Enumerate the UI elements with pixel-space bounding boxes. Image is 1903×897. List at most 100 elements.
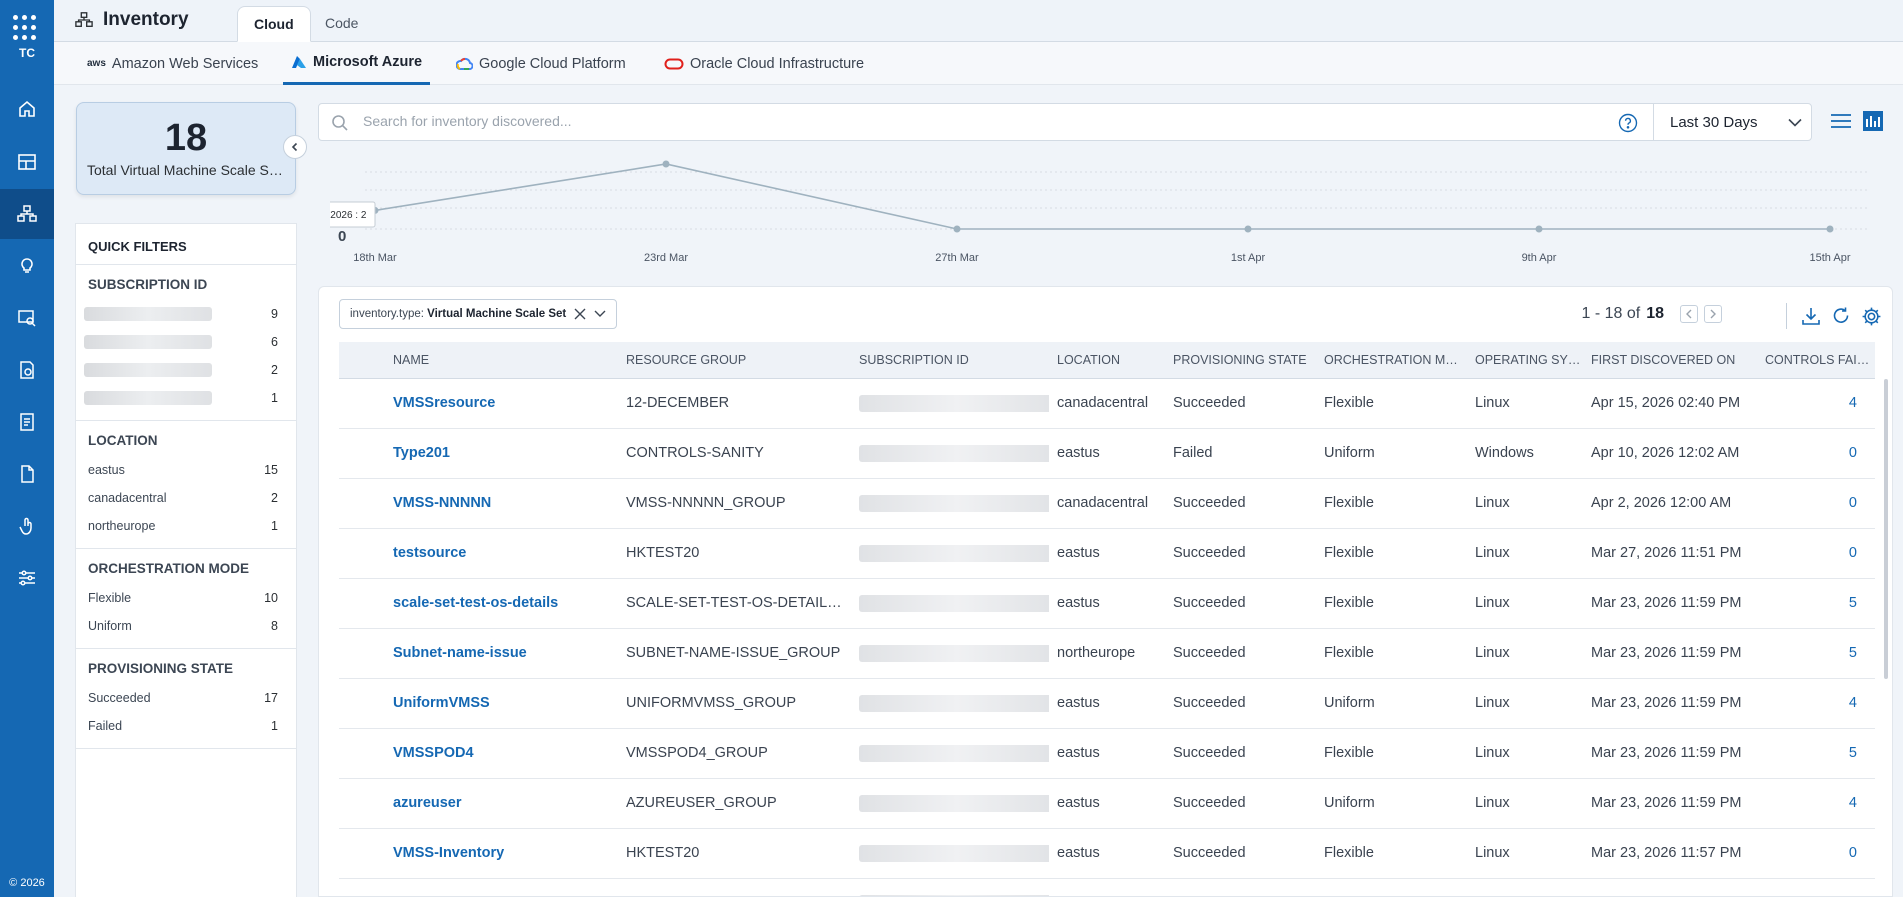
- filter-option[interactable]: canadacentral 2: [76, 484, 296, 512]
- nav-inventory[interactable]: [0, 189, 54, 239]
- column-select: [339, 342, 385, 379]
- prev-page-button[interactable]: [1680, 305, 1698, 323]
- chart-view-icon[interactable]: [1862, 110, 1884, 132]
- filter-option[interactable]: eastus 15: [76, 456, 296, 484]
- row-controls-failed-link[interactable]: 0: [1757, 478, 1875, 529]
- tab-code[interactable]: Code: [309, 6, 374, 42]
- close-icon[interactable]: [574, 308, 586, 320]
- column-header-first-discovered[interactable]: FIRST DISCOVERED ON: [1583, 342, 1757, 379]
- refresh-icon[interactable]: [1831, 306, 1851, 326]
- data-point[interactable]: [1826, 225, 1834, 233]
- row-provisioning-state: Failed: [1165, 428, 1316, 479]
- row-subscription-id: [851, 478, 1049, 529]
- row-name-link[interactable]: Subnet-name-issue: [385, 628, 618, 679]
- column-header-orchestration-mode[interactable]: ORCHESTRATION MODE: [1316, 342, 1467, 379]
- active-filter-chip[interactable]: inventory.type: Virtual Machine Scale Se…: [339, 299, 618, 329]
- filter-option[interactable]: Flexible 10: [76, 584, 296, 612]
- filter-option[interactable]: 2: [76, 356, 296, 384]
- row-name-link[interactable]: sanity: [385, 878, 618, 896]
- row-name-link[interactable]: scale-set-test-os-details: [385, 578, 618, 629]
- help-icon[interactable]: [1618, 113, 1638, 133]
- row-name-link[interactable]: VMSSresource: [385, 378, 618, 429]
- list-view-icon[interactable]: [1830, 112, 1852, 130]
- filter-option[interactable]: 6: [76, 328, 296, 356]
- row-controls-failed-link[interactable]: 4: [1757, 778, 1875, 829]
- data-point[interactable]: [953, 225, 961, 233]
- column-header-controls-failed[interactable]: CONTROLS FAILED: [1757, 342, 1875, 379]
- collapse-filters-button[interactable]: [283, 135, 307, 159]
- nav-insights[interactable]: [0, 241, 54, 291]
- tab-oracle[interactable]: Oracle Cloud Infrastructure: [664, 42, 864, 85]
- row-name-link[interactable]: VMSS-Inventory: [385, 828, 618, 879]
- tenant-initials[interactable]: TC: [0, 46, 54, 60]
- tab-azure[interactable]: Microsoft Azure: [283, 42, 431, 85]
- column-header-operating-system[interactable]: OPERATING SYSTEM: [1467, 342, 1583, 379]
- column-header-location[interactable]: LOCATION: [1049, 342, 1165, 379]
- chevron-left-icon: [291, 142, 298, 152]
- row-controls-failed-link[interactable]: 5: [1757, 628, 1875, 679]
- search-input[interactable]: [363, 113, 1363, 129]
- row-controls-failed-link[interactable]: 5: [1757, 728, 1875, 779]
- tab-cloud[interactable]: Cloud: [237, 6, 311, 42]
- filter-option[interactable]: 1: [76, 384, 296, 412]
- row-name-link[interactable]: azureuser: [385, 778, 618, 829]
- row-controls-failed-link[interactable]: 4: [1757, 678, 1875, 729]
- data-point[interactable]: [662, 160, 670, 168]
- table-row[interactable]: UniformVMSS UNIFORMVMSS_GROUP eastus Succee…: [339, 678, 1875, 729]
- table-row[interactable]: sanityCONTROLS-SANITY eastusSucceededUnif…: [339, 878, 1875, 896]
- filter-option[interactable]: northeurope 1: [76, 512, 296, 540]
- tab-gcp[interactable]: Google Cloud Platform: [456, 42, 626, 85]
- filter-option[interactable]: 9: [76, 300, 296, 328]
- nav-actions[interactable]: [0, 501, 54, 551]
- table-row[interactable]: azureuser AZUREUSER_GROUP eastus Succeeded U…: [339, 778, 1875, 829]
- table-scrollbar[interactable]: [1884, 379, 1888, 679]
- nav-documents[interactable]: [0, 449, 54, 499]
- column-header-subscription-id[interactable]: SUBSCRIPTION ID: [851, 342, 1049, 379]
- data-point[interactable]: [1535, 225, 1543, 233]
- row-controls-failed-link[interactable]: 0: [1757, 878, 1875, 896]
- row-name-link[interactable]: Type201: [385, 428, 618, 479]
- row-resource-group: SCALE-SET-TEST-OS-DETAILS_GROUP: [618, 578, 851, 629]
- table-row[interactable]: scale-set-test-os-details SCALE-SET-TEST-…: [339, 578, 1875, 629]
- total-count-card[interactable]: 18 Total Virtual Machine Scale Sets: [76, 102, 296, 195]
- row-operating-system: Linux: [1467, 478, 1583, 529]
- filter-option[interactable]: Uniform 8: [76, 612, 296, 640]
- nav-dashboard[interactable]: [0, 137, 54, 187]
- gear-icon[interactable]: [1861, 306, 1882, 327]
- table-row[interactable]: testsource HKTEST20 eastus Succeeded Flexibl…: [339, 528, 1875, 579]
- column-header-resource-group[interactable]: RESOURCE GROUP: [618, 342, 851, 379]
- chevron-down-icon[interactable]: [594, 310, 606, 318]
- app-launcher-icon[interactable]: [13, 15, 39, 41]
- row-controls-failed-link[interactable]: 4: [1757, 378, 1875, 429]
- table-row[interactable]: VMSSresource 12-DECEMBER canadacentral Succ…: [339, 378, 1875, 429]
- row-controls-failed-link[interactable]: 0: [1757, 828, 1875, 879]
- filter-option[interactable]: Failed 1: [76, 712, 296, 740]
- filter-count: 9: [271, 307, 278, 321]
- row-controls-failed-link[interactable]: 0: [1757, 528, 1875, 579]
- data-point[interactable]: [1244, 225, 1252, 233]
- table-row[interactable]: Subnet-name-issue SUBNET-NAME-ISSUE_GROUP…: [339, 628, 1875, 679]
- date-range-select[interactable]: Last 30 Days: [1653, 104, 1812, 140]
- tab-aws[interactable]: aws Amazon Web Services: [87, 42, 258, 85]
- row-name-link[interactable]: UniformVMSS: [385, 678, 618, 729]
- table-row[interactable]: VMSS-Inventory HKTEST20 eastus Succeeded Fle…: [339, 828, 1875, 879]
- table-row[interactable]: VMSS-NNNNN VMSS-NNNNN_GROUP canadacentral S…: [339, 478, 1875, 529]
- table-row[interactable]: VMSSPOD4 VMSSPOD4_GROUP eastus Succeeded Fle…: [339, 728, 1875, 779]
- next-page-button[interactable]: [1704, 305, 1722, 323]
- filter-option[interactable]: Succeeded 17: [76, 684, 296, 712]
- nav-reports[interactable]: [0, 397, 54, 447]
- row-name-link[interactable]: VMSSPOD4: [385, 728, 618, 779]
- download-icon[interactable]: [1801, 306, 1821, 326]
- row-controls-failed-link[interactable]: 5: [1757, 578, 1875, 629]
- nav-compliance[interactable]: [0, 345, 54, 395]
- row-controls-failed-link[interactable]: 0: [1757, 428, 1875, 479]
- column-header-name[interactable]: NAME: [385, 342, 618, 379]
- column-header-provisioning-state[interactable]: PROVISIONING STATE: [1165, 342, 1316, 379]
- nav-search-scan[interactable]: [0, 293, 54, 343]
- row-name-link[interactable]: VMSS-NNNNN: [385, 478, 618, 529]
- nav-settings[interactable]: [0, 553, 54, 603]
- table-row[interactable]: Type201 CONTROLS-SANITY eastus Failed Unifor…: [339, 428, 1875, 479]
- nav-home[interactable]: [0, 84, 54, 134]
- row-name-link[interactable]: testsource: [385, 528, 618, 579]
- pagination-range: 1 - 18 of: [1581, 305, 1641, 322]
